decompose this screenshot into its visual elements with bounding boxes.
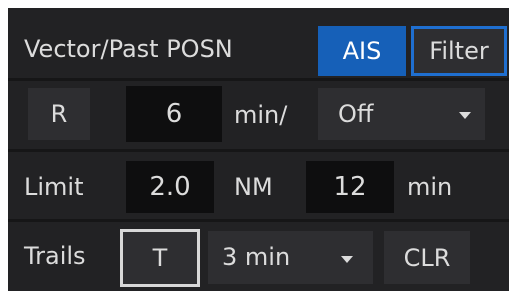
ais-button[interactable]: AIS	[318, 26, 406, 76]
row-divider	[8, 149, 509, 152]
vector-past-posn-panel: Vector/Past POSN AIS Filter R 6 min/ Off…	[8, 8, 509, 291]
dropdown-caret-icon	[459, 112, 471, 119]
row-divider	[8, 219, 509, 222]
clr-button[interactable]: CLR	[384, 231, 470, 284]
vector-mode-value: Off	[338, 100, 374, 128]
trails-interval-value: 3 min	[222, 243, 291, 271]
trails-t-button[interactable]: T	[120, 229, 200, 287]
vector-minutes-field[interactable]: 6	[126, 86, 222, 142]
panel-title: Vector/Past POSN	[24, 35, 233, 63]
vector-mode-dropdown[interactable]: Off	[318, 88, 485, 140]
limit-distance-field[interactable]: 2.0	[126, 161, 214, 213]
row-divider	[8, 78, 509, 81]
limit-distance-unit: NM	[234, 173, 273, 201]
vector-minutes-unit: min/	[234, 101, 288, 129]
limit-time-unit: min	[407, 173, 453, 201]
filter-button[interactable]: Filter	[411, 26, 507, 76]
trails-label: Trails	[24, 242, 86, 270]
limit-label: Limit	[24, 173, 84, 201]
r-button[interactable]: R	[28, 88, 90, 140]
trails-interval-dropdown[interactable]: 3 min	[208, 231, 373, 284]
dropdown-caret-icon	[341, 256, 353, 263]
limit-time-field[interactable]: 12	[306, 161, 394, 213]
